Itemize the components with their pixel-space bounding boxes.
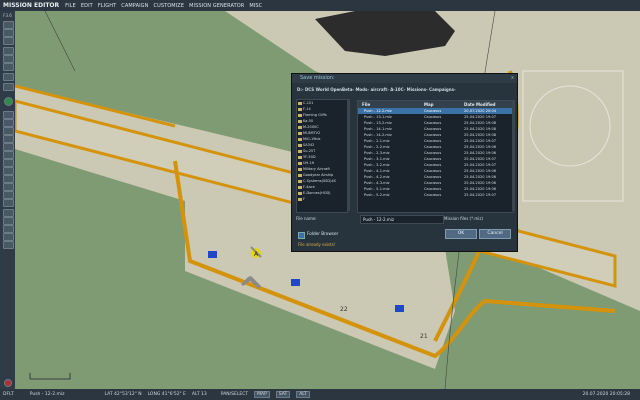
folder-scrollbar[interactable] — [347, 99, 350, 211]
menu-file[interactable]: FILE — [65, 3, 76, 9]
file-list[interactable]: File Map Date Modified Push - 12-2.miz Ca… — [357, 100, 514, 213]
status-bar: DFLT Push - 12-2.miz LAT 42°53'12" N LON… — [0, 389, 640, 400]
menu-flight[interactable]: FLIGHT — [98, 3, 116, 9]
menu-campaign[interactable]: CAMPAIGN — [121, 3, 148, 9]
sat-button[interactable]: SAT — [275, 391, 291, 398]
file-row[interactable]: Push - 5-2.miz Caucasus 25.04.2020 19:07 — [358, 192, 513, 198]
close-icon[interactable]: x — [511, 74, 514, 83]
status-lat: LAT 42°53'12" N — [104, 392, 142, 397]
tool-button-2[interactable] — [3, 29, 14, 37]
file-date-cell: 25.04.2020 19:07 — [464, 193, 497, 197]
tool-button-3[interactable] — [3, 37, 14, 45]
tool-button-15[interactable] — [3, 159, 14, 167]
column-file[interactable]: File — [358, 101, 424, 108]
cancel-button[interactable]: Cancel — [479, 229, 511, 239]
folder-item[interactable]: F — [297, 196, 347, 202]
status-long: LONG 41°6'52" E — [147, 392, 186, 397]
dialog-title: Save mission: — [300, 75, 335, 81]
left-toolbar: F3.6 — [0, 11, 15, 389]
menu-misc[interactable]: MISC — [249, 3, 262, 9]
ok-button[interactable]: OK — [445, 229, 477, 239]
status-mode: DFLT — [3, 392, 14, 397]
file-name-input[interactable]: Push - 12-2.miz — [360, 215, 444, 224]
tool-button-21[interactable] — [3, 209, 14, 217]
file-map-cell: Caucasus — [424, 193, 442, 197]
save-mission-dialog: Save mission: x D:- DCS World OpenBeta- … — [291, 73, 518, 252]
tool-button-16[interactable] — [3, 167, 14, 175]
file-type-select[interactable]: Mission files (*.miz) — [444, 215, 512, 222]
tool-button-1[interactable] — [3, 21, 14, 29]
tool-button-5[interactable] — [3, 55, 14, 63]
file-list-header: File Map Date Modified — [358, 101, 513, 108]
tool-button-13[interactable] — [3, 143, 14, 151]
column-date[interactable]: Date Modified — [464, 101, 513, 108]
runway-number-21: 21 — [420, 333, 428, 340]
tool-button-22[interactable] — [3, 217, 14, 225]
folder-browser-checkbox[interactable] — [298, 232, 305, 239]
map-button[interactable]: MAP — [254, 391, 270, 398]
record-icon[interactable] — [4, 379, 12, 387]
status-alt: ALT 13 — [191, 392, 207, 397]
tool-button-24[interactable] — [3, 233, 14, 241]
file-scrollbar[interactable] — [512, 100, 515, 211]
tool-button-9[interactable] — [3, 111, 14, 119]
file-name-label: File name: — [296, 216, 317, 221]
unit-marker-2 — [291, 279, 300, 286]
breadcrumb[interactable]: D:- DCS World OpenBeta- Mods- aircraft- … — [292, 83, 517, 92]
tool-button-11[interactable] — [3, 127, 14, 135]
menu-edit[interactable]: EDIT — [81, 3, 93, 9]
tool-button-25[interactable] — [3, 241, 14, 249]
file-name-cell: Push - 5-2.miz — [364, 193, 390, 197]
pan-select-button[interactable]: PAN/SELECT — [221, 392, 248, 397]
toolbar-label: F3.6 — [3, 13, 12, 18]
status-file: Push - 12-2.miz — [29, 392, 65, 397]
menu-customize[interactable]: CUSTOMIZE — [153, 3, 184, 9]
tool-button-12[interactable] — [3, 135, 14, 143]
menu-bar: MISSION EDITOR FILE EDIT FLIGHT CAMPAIGN… — [0, 0, 640, 11]
tool-button-14[interactable] — [3, 151, 14, 159]
menu-mission-generator[interactable]: MISSION GENERATOR — [189, 3, 244, 9]
runway-number-22: 22 — [340, 306, 348, 313]
tool-button-18[interactable] — [3, 183, 14, 191]
tool-button-10[interactable] — [3, 119, 14, 127]
unit-icon[interactable] — [4, 97, 13, 106]
tool-button-7[interactable] — [3, 73, 14, 81]
column-map[interactable]: Map — [424, 101, 464, 108]
tool-button-8[interactable] — [3, 83, 14, 91]
status-date: 20.07.2020 20:05:28 — [582, 392, 630, 397]
tool-button-17[interactable] — [3, 175, 14, 183]
tool-button-20[interactable] — [3, 199, 14, 207]
alt-button[interactable]: ALT — [296, 391, 310, 398]
folder-browser-label: Folder Browser — [307, 231, 339, 236]
tool-button-23[interactable] — [3, 225, 14, 233]
tool-button-4[interactable] — [3, 47, 14, 55]
tool-button-6[interactable] — [3, 63, 14, 71]
file-exists-warning: File already exists! — [298, 242, 336, 247]
folder-tree[interactable]: C-101 F-14 Flaming Cliffs Ka-50 M-2000C Mi-8M… — [296, 99, 348, 213]
unit-marker-1 — [208, 251, 217, 258]
dialog-titlebar[interactable]: Save mission: x — [292, 74, 517, 83]
app-title: MISSION EDITOR — [3, 2, 60, 9]
tool-button-19[interactable] — [3, 191, 14, 199]
unit-marker-3 — [395, 305, 404, 312]
